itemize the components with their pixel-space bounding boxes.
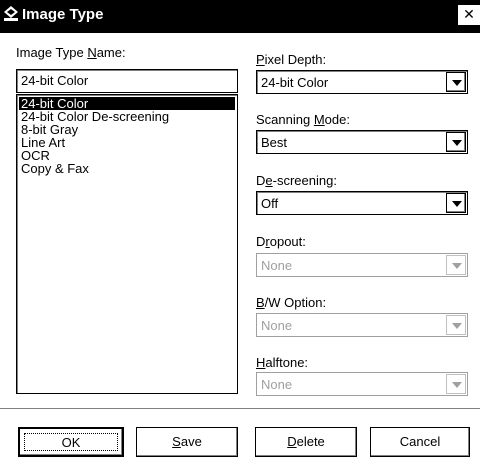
cancel-button[interactable]: Cancel — [370, 427, 470, 457]
image-type-dialog: Image Type ✕ Image Type Name: 24-bit Col… — [0, 0, 480, 471]
halftone-value: None — [261, 377, 293, 392]
descreening-label: De-screening: — [256, 173, 337, 188]
descreening-select[interactable]: Off — [256, 191, 468, 215]
halftone-select: None — [256, 372, 468, 396]
dropout-label: Dropout: — [256, 234, 306, 249]
scanner-icon — [4, 6, 18, 21]
image-type-name-label: Image Type Name: — [16, 45, 126, 60]
pixel-depth-select[interactable]: 24-bit Color — [256, 70, 468, 94]
scanning-mode-select[interactable]: Best — [256, 130, 468, 154]
bw-option-select: None — [256, 313, 468, 337]
focus-ring — [24, 433, 118, 451]
pixel-depth-label: Pixel Depth: — [256, 52, 327, 67]
delete-button[interactable]: Delete — [255, 427, 357, 457]
bw-option-value: None — [261, 318, 293, 333]
chevron-down-icon[interactable] — [446, 193, 466, 213]
list-item[interactable]: Line Art — [19, 136, 235, 149]
dropout-select: None — [256, 253, 468, 277]
window-title: Image Type — [22, 6, 104, 23]
close-button[interactable]: ✕ — [458, 5, 480, 25]
chevron-down-icon[interactable] — [446, 72, 466, 92]
halftone-label: Halftone: — [256, 355, 309, 370]
image-type-list[interactable]: 24-bit Color 24-bit Color De-screening 8… — [16, 94, 238, 394]
descreening-value: Off — [261, 196, 279, 211]
title-bar: Image Type ✕ — [0, 0, 480, 33]
chevron-down-icon — [446, 255, 466, 275]
save-button[interactable]: Save — [136, 427, 238, 457]
ok-button[interactable]: OK — [18, 427, 124, 457]
chevron-down-icon[interactable] — [446, 132, 466, 152]
list-item[interactable]: Copy & Fax — [19, 162, 235, 175]
bw-option-label: B/W Option: — [256, 295, 327, 310]
chevron-down-icon — [446, 315, 466, 335]
scanning-mode-label: Scanning Mode: — [256, 112, 350, 127]
separator — [0, 408, 480, 410]
chevron-down-icon — [446, 374, 466, 394]
scanning-mode-value: Best — [261, 135, 288, 150]
close-icon: ✕ — [463, 7, 475, 23]
dropout-value: None — [261, 258, 293, 273]
image-type-name-input[interactable]: 24-bit Color — [16, 69, 238, 93]
pixel-depth-value: 24-bit Color — [261, 75, 329, 90]
